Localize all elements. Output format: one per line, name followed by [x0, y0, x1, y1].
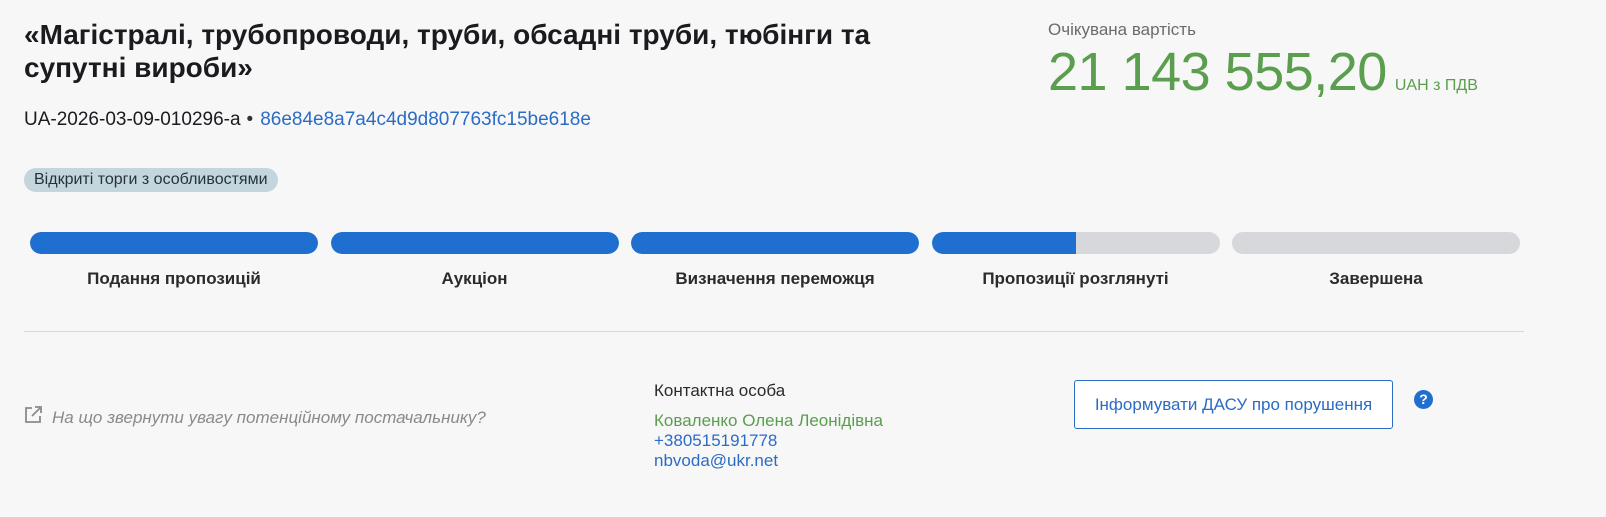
- stage-proposals-reviewed: Пропозиції розглянуті: [931, 232, 1220, 289]
- tender-hash-link[interactable]: 86e84e8a7a4c4d9d807763fc15be618e: [260, 109, 591, 130]
- stage-label: Пропозиції розглянуті: [982, 269, 1169, 288]
- expected-value-amount: 21 143 555,20: [1048, 42, 1387, 102]
- supplier-hint-link[interactable]: На що звернути увагу потенційному постач…: [24, 406, 486, 429]
- supplier-hint-text: На що звернути увагу потенційному постач…: [52, 407, 486, 427]
- stage-progress-bar: [1232, 232, 1520, 254]
- stage-label: Подання пропозицій: [87, 269, 261, 288]
- stage-completed: Завершена: [1232, 232, 1520, 289]
- tender-stages-progress: Подання пропозицій Аукціон Визначення пе…: [30, 232, 1520, 289]
- contact-phone-link[interactable]: +380515191778: [654, 431, 883, 451]
- external-link-icon: [24, 406, 52, 429]
- contact-name: Коваленко Олена Леонідівна: [654, 411, 883, 430]
- stage-progress-bar: [631, 232, 919, 254]
- stage-progress-bar: [30, 232, 318, 254]
- stage-progress-bar: [330, 232, 619, 254]
- section-divider: [24, 331, 1524, 332]
- stage-winner-selection: Визначення переможця: [631, 232, 919, 289]
- stage-label: Аукціон: [441, 269, 508, 288]
- stage-label: Визначення переможця: [675, 269, 875, 288]
- tender-title: «Магістралі, трубопроводи, труби, обсадн…: [24, 19, 871, 83]
- procedure-type-badge: Відкриті торги з особливостями: [24, 168, 278, 192]
- stage-label: Завершена: [1329, 269, 1423, 288]
- tender-identifiers: UA-2026-03-09-010296-a • 86e84e8a7a4c4d9d8…: [24, 109, 591, 131]
- expected-value-currency: UAH з ПДВ: [1394, 77, 1478, 94]
- tender-id: UA-2026-03-09-010296-a: [24, 109, 241, 130]
- expected-value-row: 21 143 555,20 UAH з ПДВ: [1048, 44, 1478, 100]
- contact-heading: Контактна особа: [654, 381, 786, 400]
- stage-progress-fill: [30, 232, 318, 254]
- stage-progress-fill: [631, 232, 919, 254]
- stage-auction: Аукціон: [330, 232, 619, 289]
- stage-progress-fill: [931, 232, 1076, 254]
- help-icon[interactable]: ?: [1414, 390, 1433, 409]
- stage-progress-bar: [931, 232, 1220, 254]
- expected-value-block: Очікувана вартість 21 143 555,20 UAH з ПД…: [1048, 20, 1478, 100]
- contact-person-block: Контактна особа Коваленко Олена Леонідів…: [654, 381, 883, 471]
- id-separator: •: [246, 109, 254, 130]
- stage-progress-fill: [330, 232, 619, 254]
- inform-dasu-button[interactable]: Інформувати ДАСУ про порушення: [1074, 380, 1393, 429]
- expected-value-label: Очікувана вартість: [1048, 20, 1196, 39]
- stage-submission: Подання пропозицій: [30, 232, 318, 289]
- contact-email-link[interactable]: nbvoda@ukr.net: [654, 451, 883, 471]
